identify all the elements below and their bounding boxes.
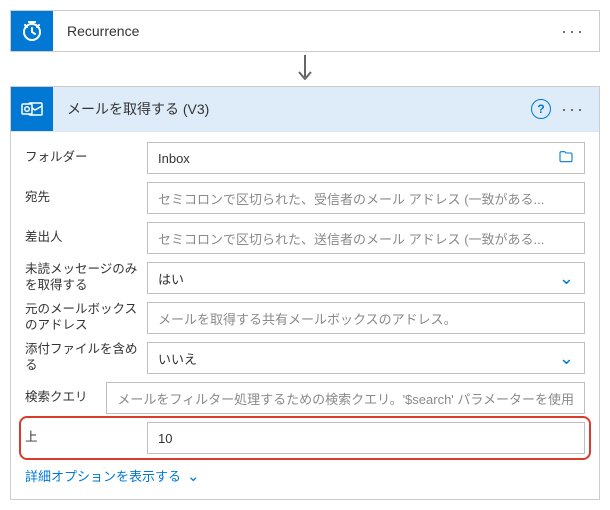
recurrence-card: Recurrence ··· [10, 10, 600, 52]
search-query-row: 検索クエリ メールをフィルター処理するための検索クエリ。'$search' パラ… [25, 382, 585, 414]
outlook-icon [11, 87, 53, 131]
top-row: 上 10 [25, 422, 585, 454]
chevron-down-icon: ⌄ [559, 269, 574, 287]
ellipsis-icon[interactable]: ··· [559, 18, 587, 44]
top-value: 10 [158, 431, 574, 446]
folder-input[interactable]: Inbox [147, 142, 585, 174]
top-label: 上 [25, 430, 147, 446]
unread-value: はい [158, 269, 551, 288]
from-row: 差出人 セミコロンで区切られた、送信者のメール アドレス (一致がある... [25, 222, 585, 254]
clock-icon [11, 11, 53, 51]
to-label: 宛先 [25, 190, 147, 206]
recurrence-header[interactable]: Recurrence ··· [11, 11, 599, 51]
search-query-placeholder: メールをフィルター処理するための検索クエリ。'$search' パラメーターを使… [117, 389, 574, 408]
include-attachments-select[interactable]: いいえ ⌄ [147, 342, 585, 374]
from-placeholder: セミコロンで区切られた、送信者のメール アドレス (一致がある... [158, 229, 574, 248]
from-label: 差出人 [25, 230, 147, 246]
from-input[interactable]: セミコロンで区切られた、送信者のメール アドレス (一致がある... [147, 222, 585, 254]
unread-label: 未読メッセージのみを取得する [25, 262, 147, 293]
get-emails-body: フォルダー Inbox 宛先 セミコロンで区切られた、受信者のメール アドレス … [11, 131, 599, 499]
folder-row: フォルダー Inbox [25, 142, 585, 174]
get-emails-card: メールを取得する (V3) ? ··· フォルダー Inbox 宛先 セミコロ [10, 86, 600, 500]
chevron-down-icon: ⌄ [559, 349, 574, 367]
shared-mailbox-label: 元のメールボックスのアドレス [25, 302, 147, 333]
folder-picker-icon[interactable] [558, 149, 574, 168]
shared-mailbox-placeholder: メールを取得する共有メールボックスのアドレス。 [158, 309, 574, 328]
top-input[interactable]: 10 [147, 422, 585, 454]
help-icon[interactable]: ? [531, 99, 551, 119]
search-query-input[interactable]: メールをフィルター処理するための検索クエリ。'$search' パラメーターを使… [106, 382, 585, 414]
show-advanced-options-link[interactable]: 詳細オプションを表示する ⌄ [25, 466, 200, 485]
include-attachments-row: 添付ファイルを含める いいえ ⌄ [25, 342, 585, 374]
to-placeholder: セミコロンで区切られた、受信者のメール アドレス (一致がある... [158, 189, 574, 208]
show-advanced-options-label: 詳細オプションを表示する [25, 466, 181, 485]
ellipsis-icon[interactable]: ··· [559, 96, 587, 122]
get-emails-header[interactable]: メールを取得する (V3) ? ··· [11, 87, 599, 131]
unread-select[interactable]: はい ⌄ [147, 262, 585, 294]
shared-mailbox-row: 元のメールボックスのアドレス メールを取得する共有メールボックスのアドレス。 [25, 302, 585, 334]
recurrence-title: Recurrence [53, 11, 547, 51]
shared-mailbox-input[interactable]: メールを取得する共有メールボックスのアドレス。 [147, 302, 585, 334]
top-row-highlighted: 上 10 [23, 420, 587, 456]
to-input[interactable]: セミコロンで区切られた、受信者のメール アドレス (一致がある... [147, 182, 585, 214]
get-emails-title: メールを取得する (V3) [53, 87, 519, 131]
to-row: 宛先 セミコロンで区切られた、受信者のメール アドレス (一致がある... [25, 182, 585, 214]
search-query-label: 検索クエリ [25, 390, 106, 406]
flow-arrow-icon [10, 52, 600, 86]
include-attachments-value: いいえ [158, 349, 551, 368]
include-attachments-label: 添付ファイルを含める [25, 342, 147, 373]
chevron-down-icon: ⌄ [187, 467, 200, 485]
unread-row: 未読メッセージのみを取得する はい ⌄ [25, 262, 585, 294]
folder-label: フォルダー [25, 150, 147, 166]
folder-value: Inbox [158, 151, 550, 166]
